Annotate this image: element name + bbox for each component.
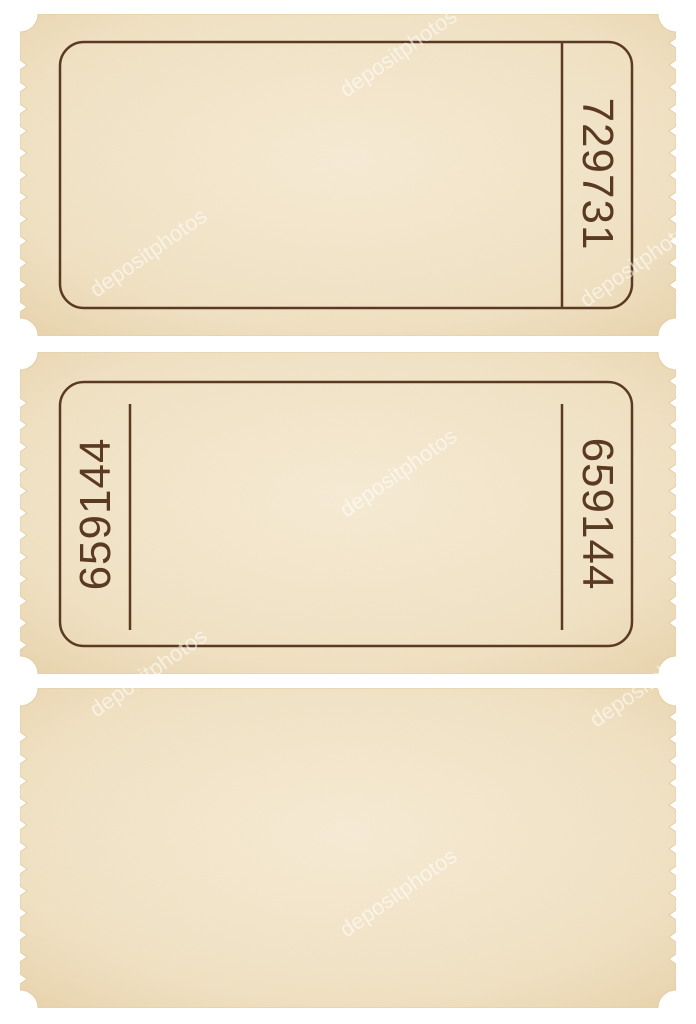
ticket-top-serial: 729731 [573,97,622,251]
ticket-middle: 659144 659144 [20,352,676,674]
ticket-bottom [20,688,676,1008]
ticket-middle-serial-right: 659144 [573,437,622,591]
ticket-bottom-paper [20,688,676,1008]
ticket-top: 729731 [20,14,676,336]
ticket-middle-serial-left: 659144 [71,437,120,591]
